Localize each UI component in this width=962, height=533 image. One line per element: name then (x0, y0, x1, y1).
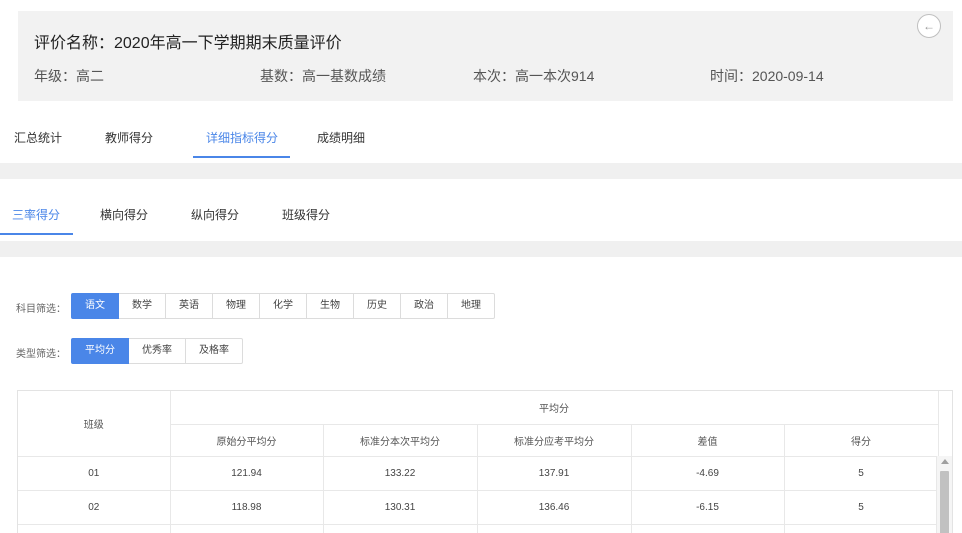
class-column-header: 班级 (18, 391, 171, 457)
tab-score-details[interactable]: 成绩明细 (315, 128, 367, 158)
sub-tabs: 三率得分 横向得分 纵向得分 班级得分 (0, 205, 332, 235)
score-header: 得分 (784, 424, 939, 457)
tab-horizontal-score[interactable]: 横向得分 (98, 205, 150, 235)
tab-vertical-score[interactable]: 纵向得分 (189, 205, 241, 235)
score-table-container: 班级 平均分 原始分平均分 标准分本次平均分 标准分应考平均分 差值 得分 01… (17, 390, 953, 533)
score-table: 班级 平均分 原始分平均分 标准分本次平均分 标准分应考平均分 差值 得分 01… (18, 391, 939, 533)
std-expected-average-header: 标准分应考平均分 (477, 424, 632, 457)
subject-biology-button[interactable]: 生物 (307, 293, 354, 319)
difference-header: 差值 (631, 424, 785, 457)
class-cell: 02 (18, 490, 171, 525)
subject-filter-label: 科目筛选： (16, 304, 66, 315)
std-current-average-cell: 133.22 (323, 456, 478, 491)
class-cell: 01 (18, 456, 171, 491)
std-expected-average-cell: 137.91 (477, 456, 632, 491)
evaluation-info-panel: 评价名称：2020年高一下学期期末质量评价 年级：高二 基数：高一基数成绩 本次… (18, 11, 953, 101)
subject-chinese-button[interactable]: 语文 (71, 293, 119, 319)
std-current-average-header: 标准分本次平均分 (323, 424, 478, 457)
subject-politics-button[interactable]: 政治 (401, 293, 448, 319)
raw-average-cell: 118.98 (170, 490, 324, 525)
grade-text: 年级：高二 (34, 68, 104, 84)
table-scrollbar[interactable] (936, 456, 952, 533)
subject-filter-group: 语文 数学 英语 物理 化学 生物 历史 政治 地理 (71, 293, 495, 319)
tab-summary[interactable]: 汇总统计 (12, 128, 64, 158)
tab-three-rates[interactable]: 三率得分 (0, 205, 74, 235)
type-average-button[interactable]: 平均分 (71, 338, 129, 364)
average-group-header: 平均分 (170, 391, 939, 425)
subject-english-button[interactable]: 英语 (166, 293, 213, 319)
table-row: 02 118.98 130.31 136.46 -6.15 5 (18, 490, 939, 525)
subject-chemistry-button[interactable]: 化学 (260, 293, 307, 319)
tab-teacher-score[interactable]: 教师得分 (103, 128, 155, 158)
table-row (18, 524, 939, 533)
scrollbar-thumb[interactable] (940, 471, 949, 533)
time-text: 时间：2020-09-14 (710, 68, 824, 84)
back-button[interactable]: ← (917, 14, 941, 38)
difference-cell: -6.15 (631, 490, 785, 525)
arrow-left-icon: ← (923, 19, 935, 33)
raw-average-header: 原始分平均分 (170, 424, 324, 457)
score-cell: 5 (784, 490, 939, 525)
difference-cell: -4.69 (631, 456, 785, 491)
subject-math-button[interactable]: 数学 (119, 293, 166, 319)
type-excellent-rate-button[interactable]: 优秀率 (129, 338, 186, 364)
current-text: 本次：高一本次914 (473, 68, 595, 84)
evaluation-title: 评价名称：2020年高一下学期期末质量评价 (34, 35, 342, 52)
type-pass-rate-button[interactable]: 及格率 (186, 338, 243, 364)
score-cell: 5 (784, 456, 939, 491)
tab-class-score[interactable]: 班级得分 (280, 205, 332, 235)
subject-history-button[interactable]: 历史 (354, 293, 401, 319)
subject-geography-button[interactable]: 地理 (448, 293, 495, 319)
base-text: 基数：高一基数成绩 (260, 68, 386, 84)
std-current-average-cell: 130.31 (323, 490, 478, 525)
tab-detailed-indicators[interactable]: 详细指标得分 (193, 128, 291, 158)
type-filter-group: 平均分 优秀率 及格率 (71, 338, 243, 364)
type-filter-label: 类型筛选： (16, 349, 66, 360)
raw-average-cell: 121.94 (170, 456, 324, 491)
section-divider (0, 163, 962, 179)
subject-physics-button[interactable]: 物理 (213, 293, 260, 319)
main-tabs: 汇总统计 教师得分 详细指标得分 成绩明细 (0, 128, 367, 158)
section-divider (0, 241, 962, 257)
scroll-up-arrow-icon[interactable] (941, 459, 949, 464)
table-row: 01 121.94 133.22 137.91 -4.69 5 (18, 456, 939, 491)
std-expected-average-cell: 136.46 (477, 490, 632, 525)
